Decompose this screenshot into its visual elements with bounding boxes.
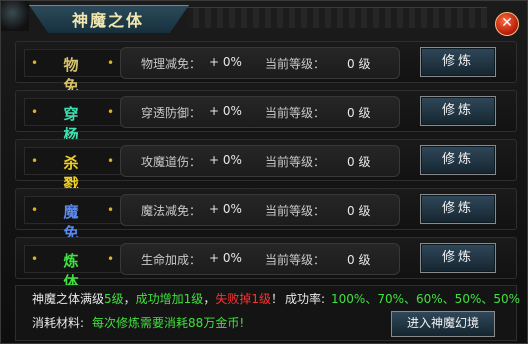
attribute-info: 物理减免： + 0% 当前等级： 0 级 [120,47,400,79]
gold-dot-icon: • [31,56,39,70]
attribute-name-box: • 炼 体 • [24,245,122,291]
stat-value: + 0% [209,153,242,167]
level-value: 0 级 [347,253,371,267]
gold-dot-icon: • [107,56,115,70]
separator: ， [123,292,136,306]
attribute-row: • 杀 戮 • 攻魔道伤： + 0% 当前等级： 0 级 修炼 [15,139,517,193]
separator: ， [203,292,216,306]
attribute-row: • 魔 免 • 魔法减免： + 0% 当前等级： 0 级 修炼 [15,188,517,242]
attribute-name-box: • 杀 戮 • [24,147,122,193]
level-label: 当前等级： [265,204,326,218]
attribute-info: 魔法减免： + 0% 当前等级： 0 级 [120,194,400,226]
stat-value: + 0% [209,202,242,216]
train-button[interactable]: 修炼 [420,243,496,273]
gold-dot-icon: • [31,105,39,119]
dragon-ornament [1,1,29,31]
stat-label: 生命加成： [141,253,202,267]
train-button[interactable]: 修炼 [420,145,496,175]
attribute-row: • 炼 体 • 生命加成： + 0% 当前等级： 0 级 修炼 [15,237,517,291]
success-rates: 100%、70%、60%、50%、50% [331,292,521,306]
level-value: 0 级 [347,57,371,71]
attribute-row: • 物 免 • 物理减免： + 0% 当前等级： 0 级 修炼 [15,41,517,95]
material-label: 消耗材料: [32,316,85,330]
stat-label: 攻魔道伤： [141,155,202,169]
gold-dot-icon: • [107,203,115,217]
enter-illusion-button[interactable]: 进入神魔幻境 [391,311,495,337]
level-label: 当前等级： [265,57,326,71]
close-button[interactable]: ✕ [495,12,519,36]
gold-dot-icon: • [107,252,115,266]
attribute-row: • 穿 杨 • 穿透防御： + 0% 当前等级： 0 级 修炼 [15,90,517,144]
gold-dot-icon: • [107,105,115,119]
level-label: 当前等级： [265,155,326,169]
fail-text: 失败掉1级 [215,292,271,306]
max-level-value: 5级 [104,292,124,306]
train-button[interactable]: 修炼 [420,194,496,224]
stat-value: + 0% [209,251,242,265]
stat-label: 穿透防御： [141,106,202,120]
train-button[interactable]: 修炼 [420,47,496,77]
level-label: 当前等级： [265,106,326,120]
attribute-name-box: • 魔 免 • [24,196,122,242]
gold-dot-icon: • [31,154,39,168]
attribute-info: 穿透防御： + 0% 当前等级： 0 级 [120,96,400,128]
gold-dot-icon: • [107,154,115,168]
material-text: 每次修炼需要消耗88万金币! [92,316,245,330]
level-value: 0 级 [347,106,371,120]
attribute-name-box: • 穿 杨 • [24,98,122,144]
success-text: 成功增加1级 [135,292,204,306]
attribute-info: 攻魔道伤： + 0% 当前等级： 0 级 [120,145,400,177]
level-value: 0 级 [347,155,371,169]
attribute-name-box: • 物 免 • [24,49,122,95]
stat-value: + 0% [209,55,242,69]
stat-label: 魔法减免： [141,204,202,218]
footer-line-1: 神魔之体满级5级，成功增加1级，失败掉1级！ 成功率: 100%、70%、60%、5… [32,290,520,307]
footer-info: 神魔之体满级5级，成功增加1级，失败掉1级！ 成功率: 100%、70%、60%、5… [15,285,520,341]
gold-dot-icon: • [31,203,39,217]
gold-dot-icon: • [31,252,39,266]
max-level-label: 神魔之体满级 [32,292,105,306]
stat-value: + 0% [209,104,242,118]
separator: ！ [270,292,283,306]
train-button[interactable]: 修炼 [420,96,496,126]
title-bar-ornament [187,7,487,28]
window-title: 神魔之体 [71,11,144,30]
stat-label: 物理减免： [141,57,202,71]
divine-body-panel: 神魔之体 ✕ • 物 免 • 物理减免： + 0% 当前等级： 0 级修炼 • 穿 杨 • 穿透防御… [0,0,528,344]
level-value: 0 级 [347,204,371,218]
footer-line-2: 消耗材料: 每次修炼需要消耗88万金币! [32,314,244,331]
attribute-info: 生命加成： + 0% 当前等级： 0 级 [120,243,400,275]
level-label: 当前等级： [265,253,326,267]
success-rate-label: 成功率: [284,292,326,306]
